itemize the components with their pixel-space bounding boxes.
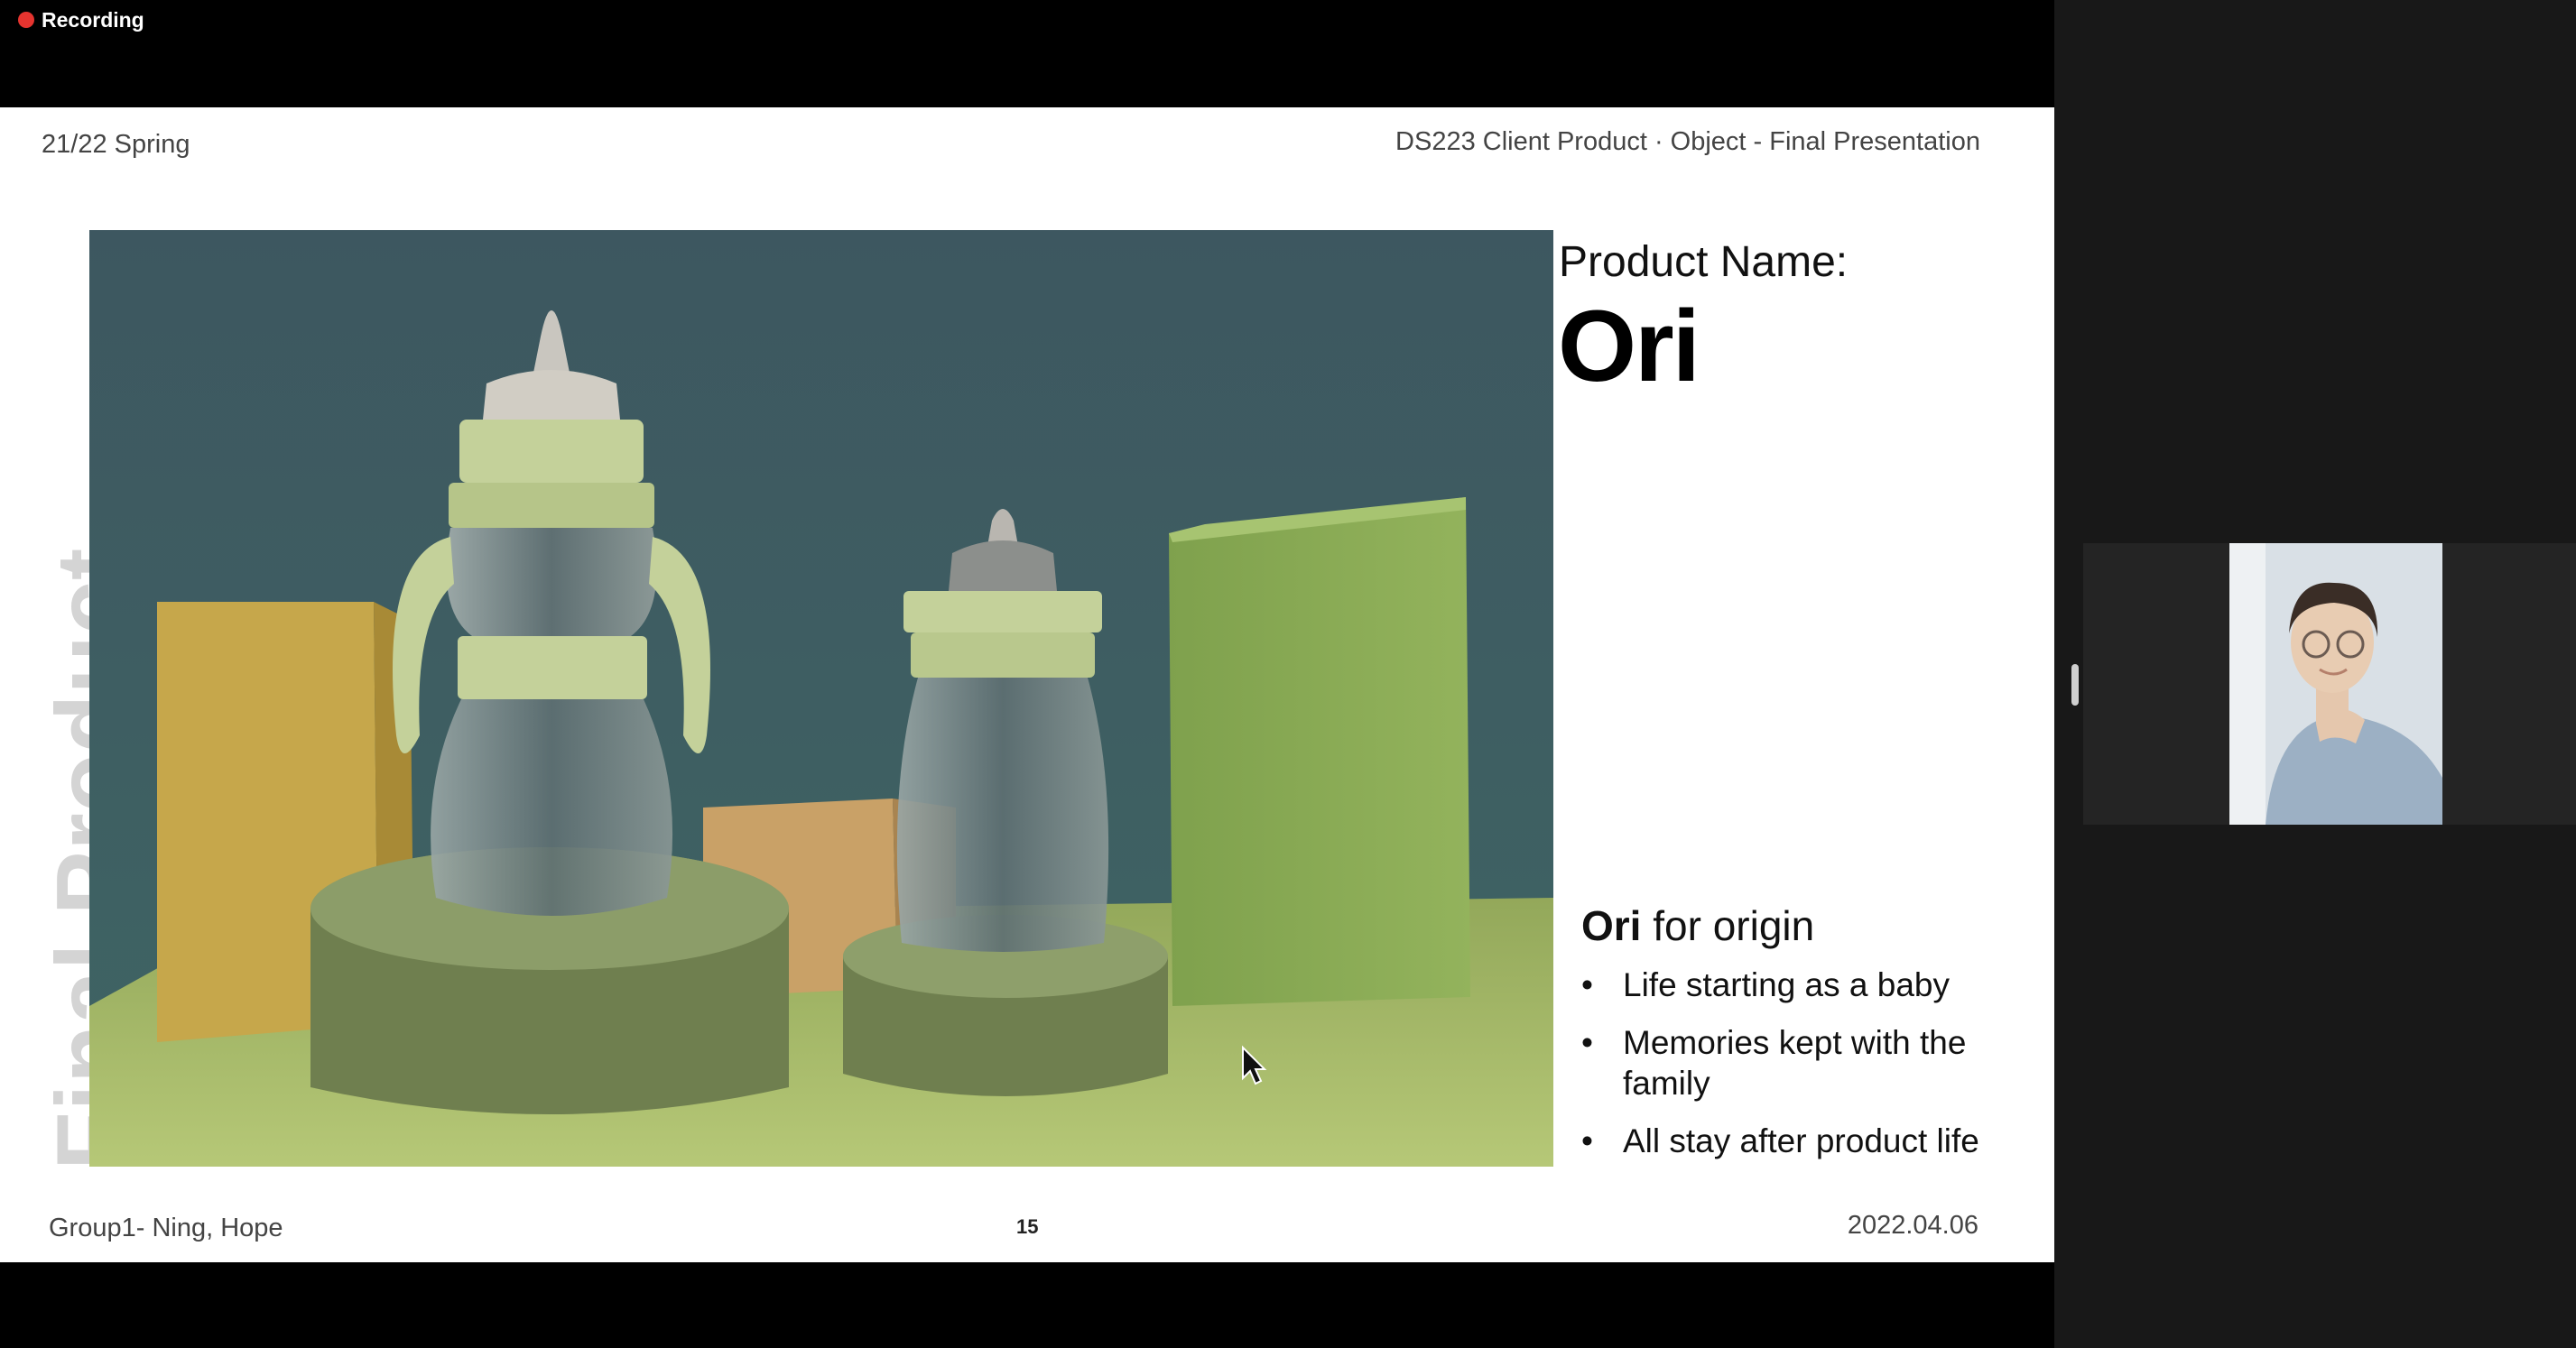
participant-avatar-image [2229,543,2442,825]
origin-heading-bold: Ori [1581,902,1642,949]
product-name: Ori [1558,290,1700,402]
slide-footer-group: Group1- Ning, Hope [49,1214,283,1242]
shared-slide: 21/22 Spring DS223 Client Product · Obje… [0,107,2054,1262]
recording-dot-icon [18,12,34,28]
list-item: All stay after product life [1581,1121,2015,1161]
origin-heading: Ori for origin [1581,901,1814,950]
recording-indicator[interactable]: Recording [18,7,144,32]
resize-handle[interactable] [2071,664,2079,706]
list-item: Life starting as a baby [1581,965,2015,1005]
origin-bullet-list: Life starting as a baby Memories kept wi… [1581,965,2015,1178]
slide-header-course: DS223 Client Product · Object - Final Pr… [1395,127,1980,156]
list-item: Memories kept with the family [1581,1022,2015,1103]
product-render-image [89,230,1553,1167]
participant-video-tile[interactable] [2083,543,2576,825]
slide-page-number: 15 [1016,1215,1039,1238]
slide-footer-date: 2022.04.06 [1847,1211,1978,1240]
origin-heading-rest: for origin [1641,902,1815,949]
slide-header-term: 21/22 Spring [42,130,190,159]
recording-label: Recording [42,7,144,32]
product-name-label: Product Name: [1559,238,1849,286]
participant-video [2229,543,2442,825]
